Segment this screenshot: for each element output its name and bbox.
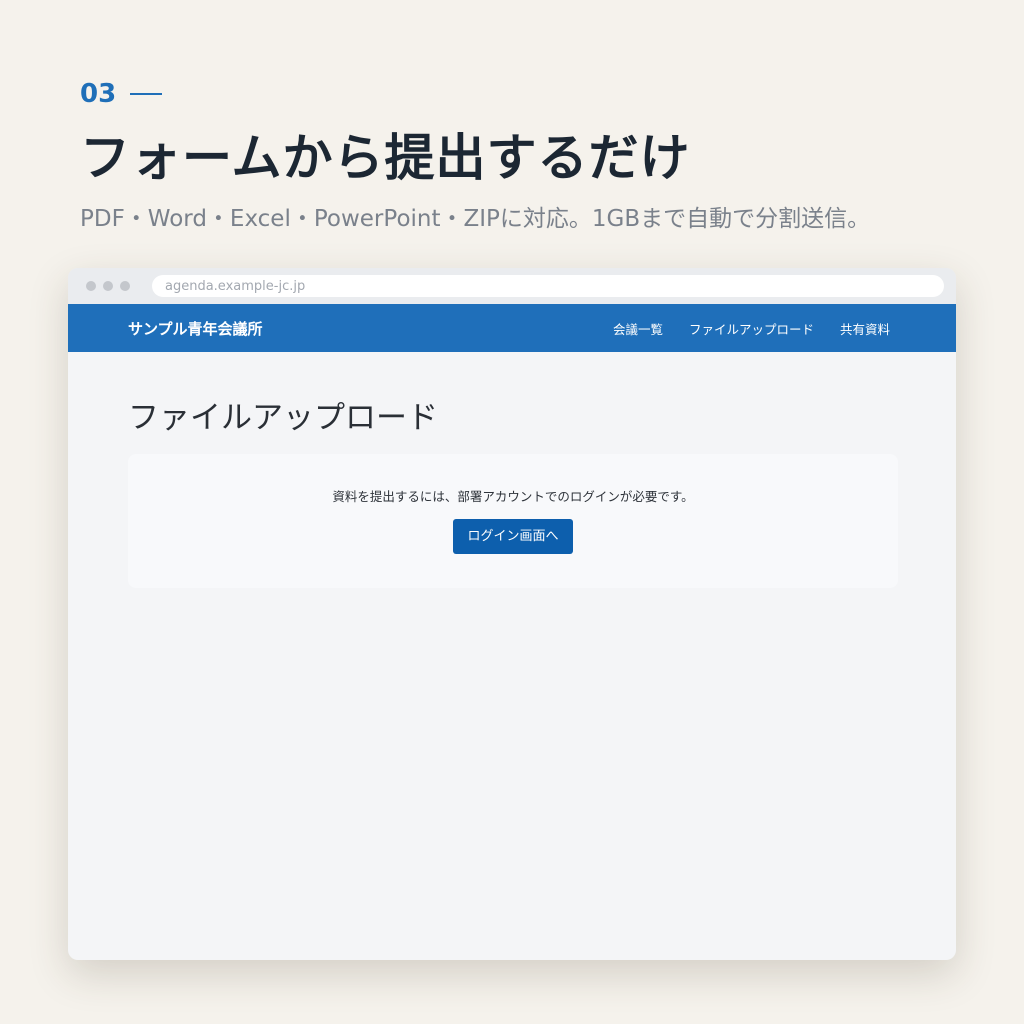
step-indicator: 03 <box>80 78 980 110</box>
login-button[interactable]: ログイン画面へ <box>453 519 573 554</box>
nav-links: 会議一覧 ファイルアップロード 共有資料 <box>613 319 890 338</box>
nav-link-shared-docs[interactable]: 共有資料 <box>840 319 890 338</box>
headline: フォームから提出するだけ <box>80 129 691 187</box>
page-title: ファイルアップロード <box>128 400 438 436</box>
site-navbar: サンプル青年会議所 会議一覧 ファイルアップロード 共有資料 <box>68 304 956 352</box>
address-bar[interactable]: agenda.example-jc.jp <box>152 275 944 297</box>
nav-link-upload[interactable]: ファイルアップロード <box>689 319 814 338</box>
window-controls <box>86 281 130 291</box>
maximize-dot-icon[interactable] <box>120 281 130 291</box>
site-brand[interactable]: サンプル青年会議所 <box>128 318 613 339</box>
login-notice-card: 資料を提出するには、部署アカウントでのログインが必要です。 ログイン画面へ <box>128 454 898 588</box>
minimize-dot-icon[interactable] <box>103 281 113 291</box>
hero-section: 03 フォームから提出するだけ PDF・Word・Excel・PowerPoin… <box>80 78 980 234</box>
address-bar-url: agenda.example-jc.jp <box>165 278 306 294</box>
page-content: ファイルアップロード 資料を提出するには、部署アカウントでのログインが必要です。… <box>68 352 956 588</box>
nav-link-meetings[interactable]: 会議一覧 <box>613 319 663 338</box>
step-dash <box>130 93 163 95</box>
subline: PDF・Word・Excel・PowerPoint・ZIPに対応。1GBまで自動… <box>80 206 871 232</box>
browser-window: agenda.example-jc.jp サンプル青年会議所 会議一覧 ファイル… <box>68 268 956 960</box>
login-notice-text: 資料を提出するには、部署アカウントでのログインが必要です。 <box>332 489 694 504</box>
close-dot-icon[interactable] <box>86 281 96 291</box>
browser-chrome: agenda.example-jc.jp <box>68 268 956 304</box>
step-number: 03 <box>80 79 117 109</box>
